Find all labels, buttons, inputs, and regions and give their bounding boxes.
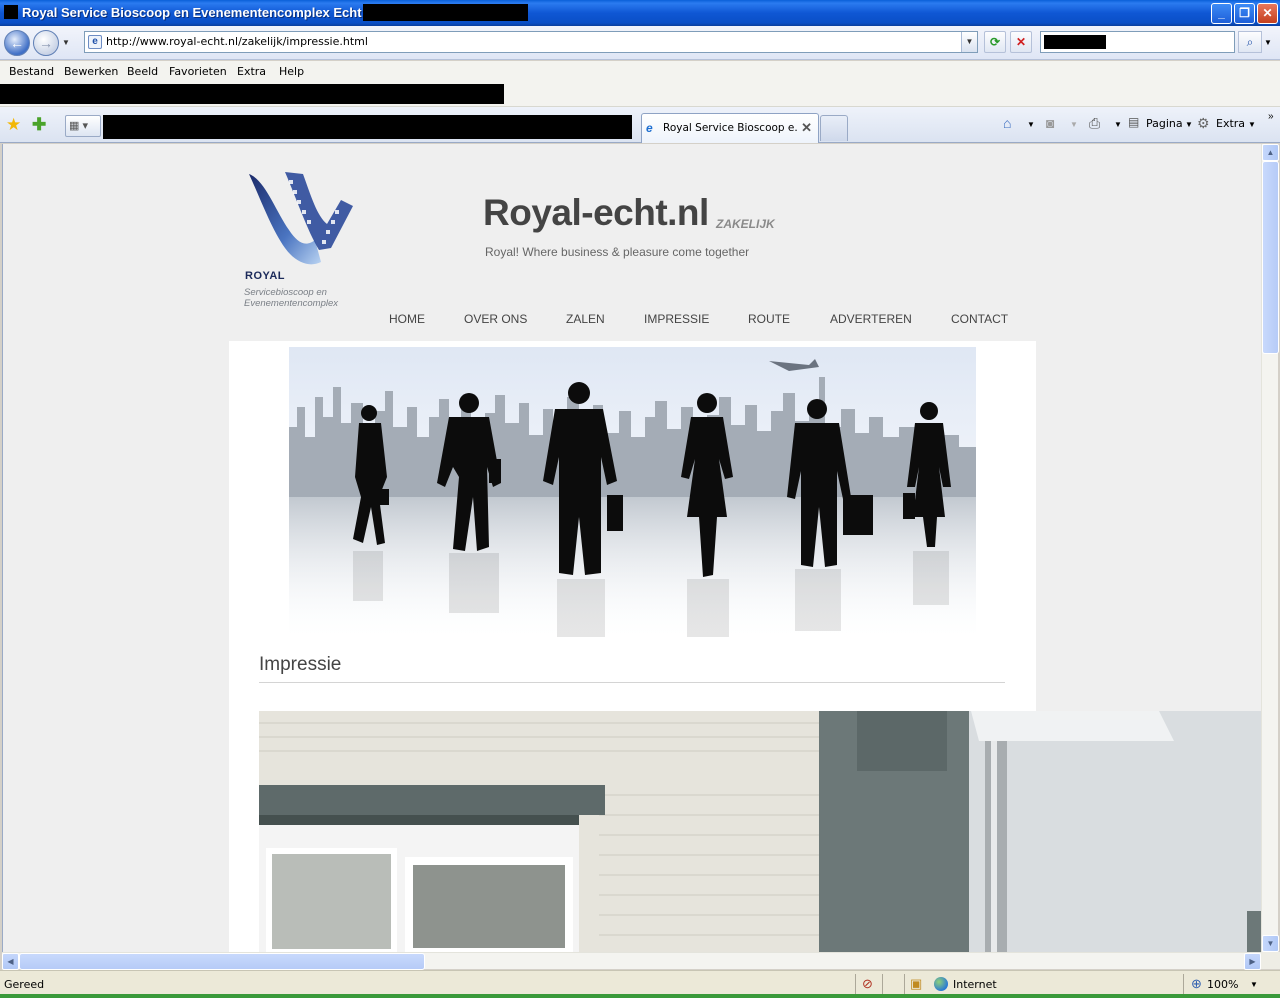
scroll-down-icon[interactable]: ▼ — [1262, 935, 1279, 952]
redacted-toolbar — [0, 84, 504, 104]
address-toolbar: ← → ▼ e http://www.royal-echt.nl/zakelij… — [0, 26, 1280, 60]
status-separator — [904, 974, 905, 994]
impression-photo — [259, 711, 1261, 952]
page-dropdown-icon[interactable]: ▼ — [1185, 120, 1193, 129]
maximize-button[interactable]: ❐ — [1234, 3, 1255, 24]
protected-mode-icon[interactable]: ▣ — [910, 976, 922, 992]
search-icon[interactable]: ⌕ — [1238, 31, 1262, 53]
feeds-dropdown-icon[interactable]: ▼ — [1070, 120, 1078, 129]
site-tagline: Royal! Where business & pleasure come to… — [485, 245, 750, 259]
new-tab-button[interactable] — [820, 115, 848, 141]
scroll-left-icon[interactable]: ◀ — [2, 953, 19, 970]
nav-zalen[interactable]: ZALEN — [566, 312, 605, 326]
menu-favorieten[interactable]: Favorieten — [169, 65, 227, 78]
royal-logo-icon[interactable] — [245, 170, 357, 270]
address-url: http://www.royal-echt.nl/zakelijk/impres… — [106, 35, 368, 48]
tab-close-icon[interactable]: ✕ — [801, 120, 812, 136]
ie-page-icon: e — [646, 121, 653, 135]
favorites-star-icon[interactable]: ★ — [6, 115, 21, 135]
site-title: Royal-echt.nl — [483, 192, 709, 233]
menu-bestand[interactable]: Bestand — [9, 65, 54, 78]
redacted-title-part — [363, 4, 528, 21]
vertical-scroll-thumb[interactable] — [1262, 161, 1279, 354]
logo-name: ROYAL — [245, 270, 285, 282]
feeds-icon[interactable]: ◙ — [1046, 115, 1054, 131]
gear-icon: ⚙ — [1197, 115, 1210, 131]
refresh-button[interactable]: ⟳ — [984, 31, 1006, 53]
menu-bar: Bestand Bewerken Beeld Favorieten Extra … — [0, 61, 1280, 83]
tab-row: ★ ✚ ▦ ▾ e Royal Service Bioscoop e... ✕ … — [0, 107, 1280, 143]
tab-active[interactable]: e Royal Service Bioscoop e... ✕ — [641, 113, 819, 143]
status-separator — [855, 974, 856, 994]
address-field[interactable]: e http://www.royal-echt.nl/zakelijk/impr… — [84, 31, 978, 53]
nav-over-ons[interactable]: OVER ONS — [464, 312, 527, 326]
redacted-search-provider — [1044, 35, 1106, 49]
nav-home[interactable]: HOME — [389, 312, 425, 326]
page-heading: Impressie — [259, 654, 342, 675]
app-icon — [4, 5, 18, 19]
business-people-banner — [289, 347, 976, 637]
scroll-up-icon[interactable]: ▲ — [1262, 144, 1279, 161]
close-button[interactable]: ✕ — [1257, 3, 1278, 24]
heading-divider — [259, 682, 1005, 683]
address-dropdown-icon[interactable]: ▼ — [961, 32, 977, 52]
nav-route[interactable]: ROUTE — [748, 312, 790, 326]
nav-impressie[interactable]: IMPRESSIE — [644, 312, 709, 326]
nav-adverteren[interactable]: ADVERTEREN — [830, 312, 912, 326]
menu-help[interactable]: Help — [279, 65, 304, 78]
home-dropdown-icon[interactable]: ▼ — [1027, 120, 1035, 129]
zoom-dropdown-icon[interactable]: ▼ — [1250, 980, 1258, 989]
redacted-tabs — [103, 115, 632, 139]
links-toolbar — [0, 83, 1280, 107]
print-dropdown-icon[interactable]: ▼ — [1114, 120, 1122, 129]
horizontal-scrollbar[interactable]: ◀ ▶ — [2, 952, 1261, 970]
page-icon: e — [88, 35, 102, 49]
search-dropdown-icon[interactable]: ▼ — [1264, 38, 1272, 47]
back-button[interactable]: ← — [4, 30, 30, 56]
nav-contact[interactable]: CONTACT — [951, 312, 1008, 326]
page-menu-icon: ▤ — [1128, 115, 1140, 129]
status-separator — [1183, 974, 1184, 994]
page-viewport: ROYAL Servicebioscoop en Evenementencomp… — [2, 144, 1261, 952]
tools-dropdown-icon[interactable]: ▼ — [1248, 120, 1256, 129]
window-titlebar[interactable]: Royal Service Bioscoop en Evenementencom… — [0, 0, 1280, 26]
privacy-icon[interactable]: ⊘ — [862, 976, 873, 992]
tools-menu-button[interactable]: Extra — [1216, 117, 1245, 130]
minimize-button[interactable]: _ — [1211, 3, 1232, 24]
search-input[interactable] — [1040, 31, 1235, 53]
print-icon[interactable]: ⎙ — [1089, 115, 1100, 132]
zoom-icon[interactable]: ⊕ — [1191, 976, 1202, 992]
section-tag: ZAKELIJK — [716, 217, 775, 231]
menu-beeld[interactable]: Beeld — [127, 65, 158, 78]
tab-label: Royal Service Bioscoop e... — [663, 122, 798, 134]
quick-tabs-button[interactable]: ▦ ▾ — [65, 115, 101, 137]
horizontal-scroll-thumb[interactable] — [19, 953, 425, 970]
taskbar-edge — [0, 994, 1280, 998]
history-dropdown-icon[interactable]: ▼ — [62, 38, 70, 47]
stop-button[interactable]: ✕ — [1010, 31, 1032, 53]
security-zone-label: Internet — [953, 978, 997, 991]
forward-button[interactable]: → — [33, 30, 59, 56]
zoom-level[interactable]: 100% — [1207, 978, 1238, 991]
scroll-corner — [1261, 952, 1280, 969]
vertical-scrollbar[interactable]: ▲ ▼ — [1261, 144, 1279, 952]
scroll-right-icon[interactable]: ▶ — [1244, 953, 1261, 970]
status-text: Gereed — [4, 978, 45, 991]
internet-zone-icon — [934, 977, 948, 991]
status-separator — [882, 974, 883, 994]
add-favorite-icon[interactable]: ✚ — [32, 115, 46, 135]
menu-bewerken[interactable]: Bewerken — [64, 65, 118, 78]
window-title: Royal Service Bioscoop en Evenementencom… — [22, 5, 370, 20]
menu-extra[interactable]: Extra — [237, 65, 266, 78]
page-menu-button[interactable]: Pagina — [1146, 117, 1183, 130]
overflow-chevron-icon[interactable]: » — [1268, 111, 1274, 122]
home-icon[interactable]: ⌂ — [1003, 115, 1011, 131]
logo-subtitle: Servicebioscoop en Evenementencomplex — [244, 287, 338, 309]
